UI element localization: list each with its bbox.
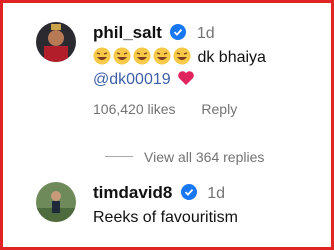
replies-divider [105, 156, 133, 157]
screenshot-frame: phil_salt 1d dk bhaiya @dk00019 106,420 … [0, 0, 334, 250]
comment-mention-line: @dk00019 [93, 69, 266, 91]
comment-time: 1d [207, 185, 226, 202]
heart-icon [178, 71, 194, 85]
comment-username[interactable]: phil_salt [93, 23, 162, 42]
verified-badge-icon [180, 184, 197, 200]
comment-phil-salt: phil_salt 1d dk bhaiya @dk00019 106,420 … [93, 23, 266, 117]
reply-button[interactable]: Reply [201, 101, 237, 117]
comment-username[interactable]: timdavid8 [93, 183, 172, 202]
avatar-phil-salt[interactable] [36, 22, 76, 62]
avatar-timdavid8[interactable] [36, 182, 76, 222]
verified-badge-icon [170, 24, 187, 40]
comment-time: 1d [196, 25, 215, 42]
comment-timdavid8: timdavid8 1d Reeks of favouritism [93, 183, 238, 229]
comment-text-suffix: dk bhaiya [197, 49, 266, 66]
laughing-emoji-icon [93, 47, 197, 66]
comment-meta: 106,420 likes Reply [93, 101, 266, 117]
view-replies-button[interactable]: View all 364 replies [144, 149, 264, 165]
likes-count[interactable]: 106,420 likes [93, 101, 176, 117]
comment-text: Reeks of favouritism [93, 209, 238, 226]
comment-text: dk bhaiya [93, 47, 266, 69]
mention-link[interactable]: @dk00019 [93, 71, 171, 88]
